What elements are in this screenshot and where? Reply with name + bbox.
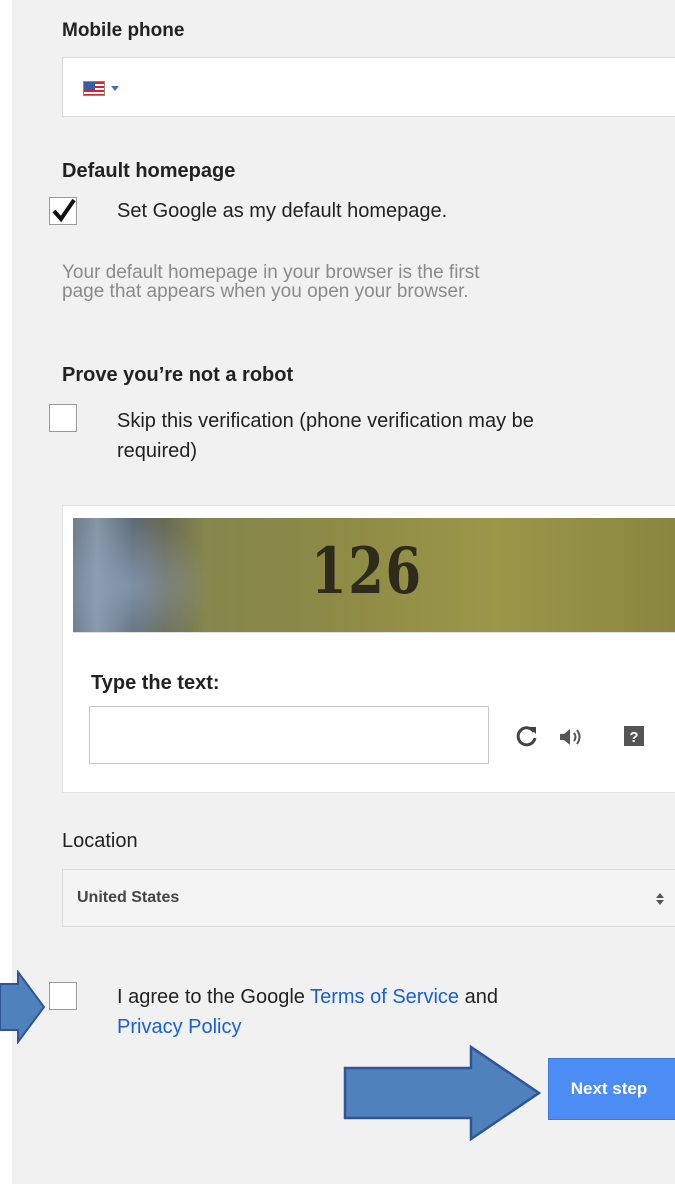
mobile-phone-label: Mobile phone xyxy=(62,20,185,41)
mobile-phone-field[interactable] xyxy=(62,57,675,117)
chevron-down-icon[interactable] xyxy=(111,86,119,91)
terms-of-service-link[interactable]: Terms of Service xyxy=(310,986,459,1008)
default-homepage-checkbox-label: Set Google as my default homepage. xyxy=(117,200,448,222)
divider xyxy=(73,632,675,633)
skip-verification-label: Skip this verification (phone verificati… xyxy=(117,410,534,462)
type-the-text-label: Type the text: xyxy=(91,672,220,694)
terms-checkbox[interactable] xyxy=(49,982,77,1010)
location-label: Location xyxy=(62,830,138,852)
location-selected-value: United States xyxy=(77,889,180,906)
svg-text:?: ? xyxy=(629,729,638,746)
captcha-image: 126 xyxy=(73,518,675,632)
checkmark-icon xyxy=(52,198,76,223)
default-homepage-heading: Default homepage xyxy=(62,160,236,182)
help-icon[interactable]: ? xyxy=(623,725,645,747)
default-homepage-checkbox[interactable] xyxy=(49,197,77,225)
captcha-input[interactable] xyxy=(89,706,489,764)
captcha-image-text: 126 xyxy=(311,534,423,609)
us-flag-icon[interactable] xyxy=(83,81,105,96)
annotation-arrow-next xyxy=(343,1044,542,1142)
robot-heading: Prove you’re not a robot xyxy=(62,364,294,386)
terms-agreement-text: I agree to the Google Terms of Service a… xyxy=(117,986,498,1038)
annotation-arrow-left xyxy=(0,970,46,1044)
location-select[interactable]: United States xyxy=(62,869,675,927)
captcha-card: 126 Type the text: ? xyxy=(62,505,675,793)
audio-icon[interactable] xyxy=(558,726,586,748)
privacy-policy-link[interactable]: Privacy Policy xyxy=(117,1016,241,1038)
refresh-icon[interactable] xyxy=(515,724,539,748)
next-step-button[interactable]: Next step xyxy=(548,1058,675,1120)
skip-verification-checkbox[interactable] xyxy=(49,404,77,432)
homepage-helper-text: Your default homepage in your browser is… xyxy=(62,262,480,302)
select-updown-icon xyxy=(656,893,664,905)
